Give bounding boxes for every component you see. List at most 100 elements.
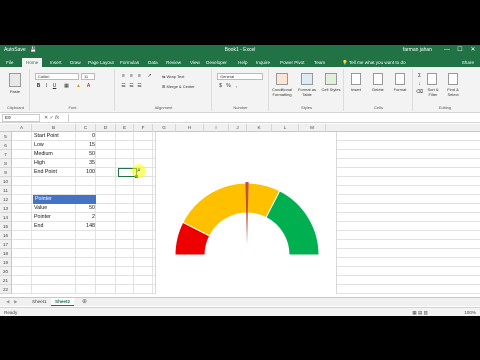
conditional-formatting-icon[interactable] <box>276 73 288 85</box>
format-table-icon[interactable] <box>301 73 313 85</box>
column-header-j[interactable]: J <box>229 124 247 132</box>
minimize-button[interactable]: — <box>442 46 452 55</box>
column-header-k[interactable]: K <box>247 124 272 132</box>
tab-developer[interactable]: Developer <box>206 58 227 67</box>
paste-icon[interactable] <box>9 73 21 87</box>
pointer-header-cell[interactable]: Pointer <box>33 195 96 204</box>
cell-label[interactable]: Low <box>34 141 76 150</box>
align-top-icon[interactable]: ≡ <box>120 73 127 80</box>
cell-value[interactable]: 15 <box>78 141 95 150</box>
conditional-formatting-button[interactable]: Conditional Formatting <box>270 87 294 97</box>
tab-file[interactable]: File <box>6 58 13 67</box>
cell-value[interactable]: 50 <box>78 204 95 213</box>
format-as-table-button[interactable]: Format as Table <box>295 87 319 97</box>
wrap-text-button[interactable]: ⇆ Wrap Text <box>162 74 184 79</box>
gauge-segment-medium[interactable] <box>182 182 281 237</box>
align-right-icon[interactable]: ☰ <box>136 83 143 90</box>
column-header-d[interactable]: D <box>96 124 116 132</box>
clear-icon[interactable]: ⌫ <box>416 89 423 96</box>
row-header-8[interactable]: 8 <box>0 159 12 168</box>
row-header-9[interactable]: 9 <box>0 168 12 177</box>
column-header-c[interactable]: C <box>76 124 96 132</box>
cell-label[interactable]: Pointer <box>34 213 76 222</box>
share-button[interactable]: Share <box>462 58 474 67</box>
column-header-a[interactable]: A <box>12 124 32 132</box>
row-header-19[interactable]: 19 <box>0 258 12 267</box>
column-header-f[interactable]: F <box>134 124 153 132</box>
cell-value[interactable]: 100 <box>78 168 95 177</box>
tab-home[interactable]: Home <box>22 58 43 67</box>
cell-value[interactable]: 35 <box>78 159 95 168</box>
cell-styles-button[interactable]: Cell Styles <box>320 87 342 92</box>
delete-cells-icon[interactable] <box>373 73 383 85</box>
tab-review[interactable]: Review <box>166 58 181 67</box>
zoom-level[interactable]: 100% <box>464 308 476 316</box>
cell-styles-icon[interactable] <box>325 73 337 85</box>
tell-me-search[interactable]: 💡 Tell me what you want to do <box>342 58 406 67</box>
sort-filter-button[interactable]: Sort & Filter <box>424 87 442 97</box>
row-header-17[interactable]: 17 <box>0 240 12 249</box>
row-header-20[interactable]: 20 <box>0 267 12 276</box>
close-button[interactable]: ✕ <box>468 46 478 55</box>
format-cells-button[interactable]: Format <box>389 87 411 92</box>
find-select-icon[interactable] <box>448 73 458 85</box>
column-header-m[interactable]: M <box>299 124 326 132</box>
gauge-chart[interactable] <box>155 132 337 294</box>
column-header-l[interactable]: L <box>272 124 299 132</box>
currency-button[interactable]: $ <box>217 83 224 90</box>
row-header-13[interactable]: 13 <box>0 204 12 213</box>
cell-label[interactable]: Value <box>34 204 76 213</box>
cell-value[interactable]: 2 <box>78 213 95 222</box>
number-format-select[interactable]: General <box>217 73 263 80</box>
row-header-11[interactable]: 11 <box>0 186 12 195</box>
tab-help[interactable]: Help <box>238 58 247 67</box>
cell-label[interactable]: Start Point <box>34 132 76 141</box>
tab-inquire[interactable]: Inquire <box>256 58 270 67</box>
font-name-select[interactable]: Calibri <box>35 73 79 80</box>
align-middle-icon[interactable]: ≡ <box>128 73 135 80</box>
merge-center-button[interactable]: ⊞ Merge & Center <box>162 84 195 89</box>
fx-icon[interactable]: ✕ ✓ fx <box>44 114 66 122</box>
row-header-6[interactable]: 6 <box>0 141 12 150</box>
paste-button[interactable]: Paste <box>2 89 28 94</box>
align-bottom-icon[interactable]: ≡ <box>136 73 143 80</box>
sheet-tab[interactable]: Sheet1 <box>28 298 51 306</box>
maximize-button[interactable]: ☐ <box>455 46 465 55</box>
formula-input[interactable] <box>68 114 476 122</box>
tab-page-layout[interactable]: Page Layout <box>88 58 114 67</box>
sheet-tab-active[interactable]: Sheet2 <box>51 298 75 306</box>
row-header-18[interactable]: 18 <box>0 249 12 258</box>
align-center-icon[interactable]: ☰ <box>128 83 135 90</box>
cell-value[interactable]: 148 <box>78 222 95 231</box>
row-header-22[interactable]: 22 <box>0 285 12 294</box>
row-header-12[interactable]: 12 <box>0 195 12 204</box>
column-header-b[interactable]: B <box>32 124 76 132</box>
delete-cells-button[interactable]: Delete <box>367 87 389 92</box>
column-header-g[interactable]: G <box>153 124 176 132</box>
percent-button[interactable]: % <box>225 83 232 90</box>
column-header-i[interactable]: I <box>204 124 229 132</box>
tab-power-pivot[interactable]: Power Pivot <box>280 58 305 67</box>
autosum-icon[interactable]: Σ <box>416 73 423 80</box>
fill-color-icon[interactable]: ▲ <box>75 83 82 90</box>
find-select-button[interactable]: Find & Select <box>444 87 462 97</box>
name-box[interactable]: E9 <box>2 114 40 122</box>
row-header-5[interactable]: 5 <box>0 132 12 141</box>
tab-data[interactable]: Data <box>148 58 158 67</box>
tab-draw[interactable]: Draw <box>70 58 81 67</box>
format-cells-icon[interactable] <box>395 73 405 85</box>
borders-icon[interactable]: ▦ <box>63 83 70 90</box>
font-color-icon[interactable]: A <box>85 83 92 90</box>
view-buttons-icon[interactable]: ▦ ▤ ▥ <box>412 308 428 316</box>
row-header-21[interactable]: 21 <box>0 276 12 285</box>
sort-filter-icon[interactable] <box>427 73 437 85</box>
tab-view[interactable]: View <box>190 58 200 67</box>
gauge-pointer[interactable] <box>245 182 249 245</box>
column-header-h[interactable]: H <box>176 124 204 132</box>
cell-label[interactable]: High <box>34 159 76 168</box>
column-header-e[interactable]: E <box>116 124 134 132</box>
cell-label[interactable]: End <box>34 222 76 231</box>
cell-value[interactable]: 50 <box>78 150 95 159</box>
align-left-icon[interactable]: ☰ <box>120 83 127 90</box>
row-header-15[interactable]: 15 <box>0 222 12 231</box>
